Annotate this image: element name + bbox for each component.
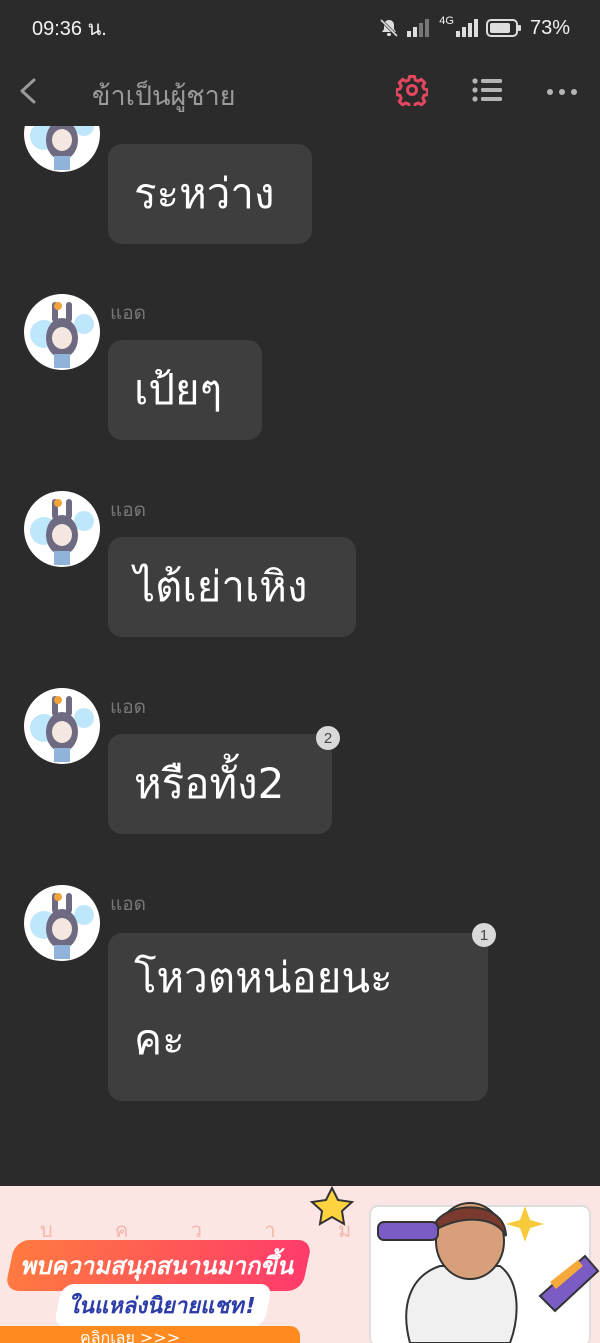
status-bar: 09:36 น. 4G 73% — [0, 0, 600, 56]
banner-cta[interactable]: คลิกเลย >>> — [0, 1326, 300, 1343]
reaction-count-badge[interactable]: 1 — [472, 923, 496, 947]
message-bubble[interactable]: หรือทั้ง2 — [108, 734, 332, 834]
signal-icon-2 — [455, 19, 478, 37]
avatar[interactable] — [24, 294, 100, 370]
avatar[interactable] — [24, 688, 100, 764]
status-icons: 4G 73% — [379, 15, 570, 40]
avatar-image — [30, 893, 94, 959]
list-icon[interactable] — [472, 77, 502, 103]
sender-name: แอด — [110, 499, 146, 521]
sender-name: แอด — [110, 302, 146, 324]
network-type: 4G — [439, 15, 454, 27]
message-text-line: คะ — [134, 1015, 185, 1064]
chat-header: ข้าเป็นผู้ชาย — [0, 56, 600, 126]
more-icon[interactable] — [546, 88, 578, 96]
battery-icon — [485, 19, 521, 37]
banner-subheadline: ในแหล่งนิยายแชท! — [53, 1284, 273, 1327]
avatar-image — [30, 302, 94, 368]
signal-icon — [407, 19, 430, 37]
back-arrow-icon[interactable] — [16, 76, 42, 106]
avatar-image — [30, 499, 94, 565]
chat-title: ข้าเป็นผู้ชาย — [92, 81, 236, 112]
avatar-image — [30, 696, 94, 762]
message-bubble[interactable]: เป้ยๆ — [108, 340, 262, 440]
message-bubble[interactable]: ไต้เย่าเหิง — [108, 537, 356, 637]
sender-name: แอด — [110, 696, 146, 718]
message-text: เป้ยๆ — [134, 365, 223, 414]
banner-illustration — [309, 1186, 600, 1343]
avatar[interactable] — [24, 885, 100, 961]
gear-icon[interactable] — [396, 74, 428, 106]
message-text: ระหว่าง — [134, 169, 275, 218]
avatar[interactable] — [24, 126, 100, 172]
message-bubble[interactable]: โหวตหน่อยนะ คะ — [108, 933, 488, 1101]
reaction-count-badge[interactable]: 2 — [316, 726, 340, 750]
battery-percent: 73% — [529, 16, 570, 39]
sender-name: แอด — [110, 893, 146, 915]
message-bubble[interactable]: ระหว่าง — [108, 144, 312, 244]
message-text: หรือทั้ง2 — [134, 759, 285, 808]
avatar[interactable] — [24, 491, 100, 567]
status-time: 09:36 น. — [32, 18, 107, 40]
avatar-image — [30, 126, 94, 170]
message-text: ไต้เย่าเหิง — [134, 562, 308, 611]
message-text-line: โหวตหน่อยนะ — [134, 953, 393, 1002]
chat-area[interactable]: ระหว่าง แอด เป้ยๆ แอด ไต้เย่าเหิง แอด หร… — [0, 126, 600, 1186]
ad-banner[interactable]: บ ค ว า ม ส น ุ ก น ม า ก ขึ้ พบความสนุก… — [0, 1186, 600, 1343]
mute-bell-icon — [380, 18, 399, 38]
